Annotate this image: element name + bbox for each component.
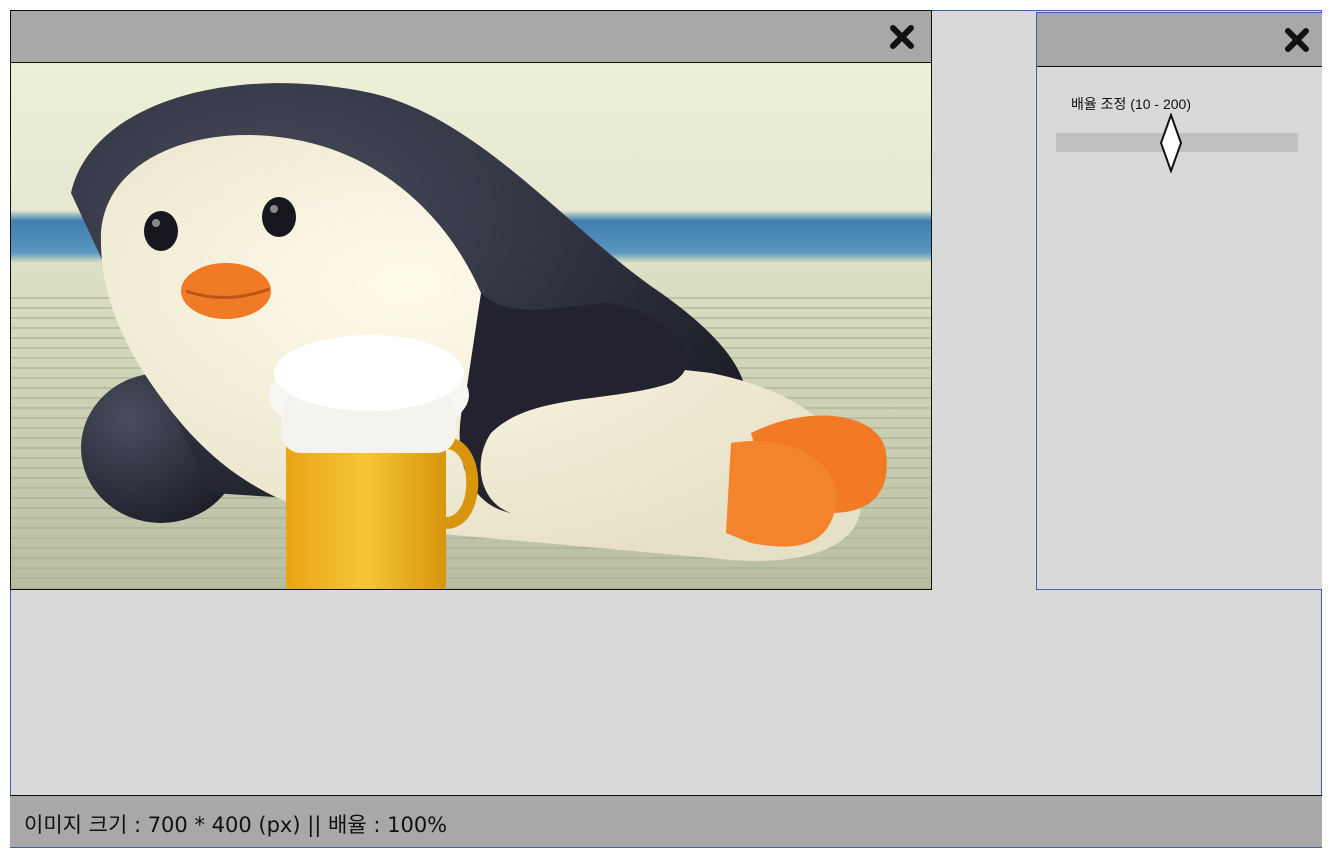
close-icon[interactable] — [889, 24, 915, 50]
close-icon[interactable] — [1284, 27, 1310, 53]
zoom-label: 배율 조정 (10 - 200) — [1071, 96, 1191, 112]
image-window-titlebar[interactable] — [11, 11, 931, 63]
image-window — [10, 10, 932, 590]
zoom-panel: 배율 조정 (10 - 200) — [1036, 12, 1322, 590]
penguin-image — [11, 63, 931, 589]
status-bar: 이미지 크기 : 700 * 400 (px) || 배율 : 100% — [10, 795, 1322, 848]
status-text: 이미지 크기 : 700 * 400 (px) || 배율 : 100% — [24, 813, 448, 837]
zoom-panel-titlebar[interactable] — [1037, 13, 1322, 67]
zoom-slider-thumb[interactable] — [1159, 112, 1183, 174]
